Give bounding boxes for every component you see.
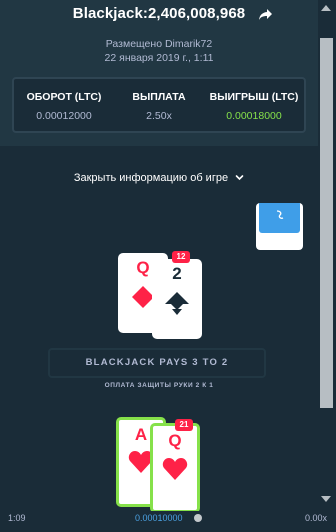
placed-by-text: Размещено Dimarik72: [105, 38, 213, 50]
heart-icon: [162, 458, 188, 480]
turnover-value: 0.00012000: [36, 110, 92, 122]
payout-value: 2.50x: [146, 110, 172, 122]
spade-icon: [165, 292, 189, 315]
deck-logo-icon: [276, 210, 284, 219]
player-card-2: Q: [150, 423, 200, 513]
deck-card: [256, 203, 303, 250]
stats-box: ОБОРОТ (LTC) 0.00012000 ВЫПЛАТА 2.50x ВЫ…: [12, 77, 306, 133]
dealer-card-2: 2: [152, 259, 202, 339]
card-rank: Q: [168, 431, 182, 450]
win-value: 0.00018000: [226, 110, 282, 122]
payout-stat: ВЫПЛАТА 2.50x: [109, 79, 209, 131]
dealer-total-badge: 12: [172, 251, 190, 263]
scroll-down-arrow-icon[interactable]: [321, 496, 331, 502]
row-amount: 0.00010000: [135, 513, 183, 523]
payout-label: ВЫПЛАТА: [132, 91, 186, 103]
scroll-up-arrow-icon[interactable]: [321, 5, 331, 11]
row-time: 1:09: [8, 513, 26, 523]
win-stat: ВЫИГРЫШ (LTC) 0.00018000: [202, 79, 306, 131]
scrollbar-thumb[interactable]: [318, 38, 333, 408]
card-rank: 2: [172, 264, 182, 283]
bet-date: 22 января 2019 г., 1:11: [104, 52, 214, 64]
blackjack-pays-banner: BLACKJACK PAYS 3 TO 2: [48, 348, 266, 378]
chevron-down-icon: [235, 175, 244, 181]
turnover-label: ОБОРОТ (LTC): [26, 91, 102, 103]
close-game-info-toggle[interactable]: Закрыть информацию об игре: [0, 172, 318, 184]
win-label: ВЫИГРЫШ (LTC): [209, 91, 299, 103]
player-total-badge: 21: [175, 419, 193, 431]
toggle-label: Закрыть информацию об игре: [73, 172, 229, 184]
bet-info-panel: Blackjack:2,406,008,968 Размещено Dimari…: [0, 0, 318, 146]
share-icon[interactable]: [258, 8, 273, 21]
row-multiplier: 0.00x: [305, 513, 328, 523]
turnover-stat: ОБОРОТ (LTC) 0.00012000: [14, 79, 114, 131]
bet-id-title: Blackjack:2,406,008,968: [72, 5, 246, 22]
insurance-text: ОПЛАТА ЗАЩИТЫ РУКИ 2 К 1: [104, 382, 214, 389]
litecoin-icon: [194, 514, 202, 522]
